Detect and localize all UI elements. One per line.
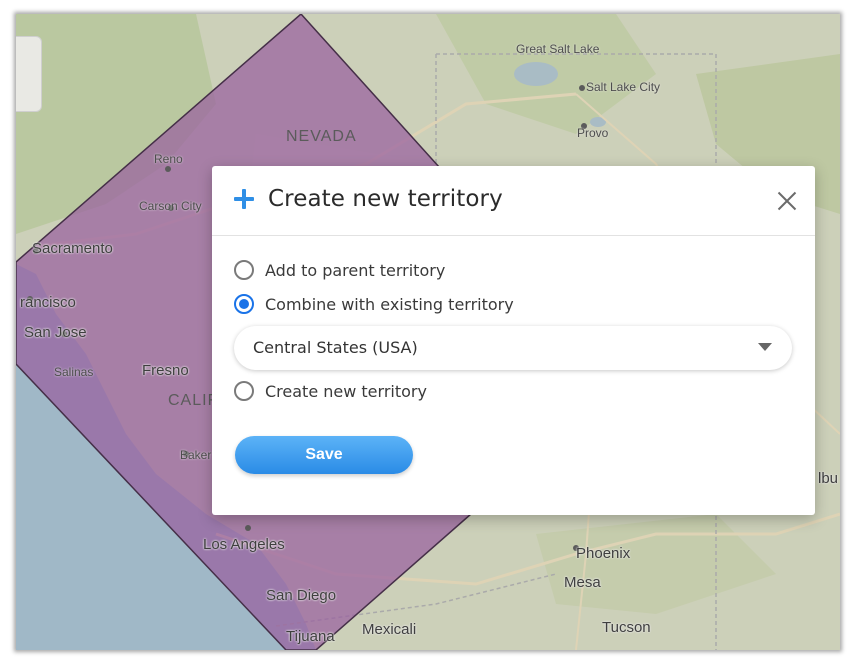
map-label-reno: Reno [154,152,183,166]
option-label: Add to parent territory [265,260,446,280]
map-label-phoenix: Phoenix [576,545,631,562]
map-label-albuquerque: lbu [818,470,839,487]
map-label-mesa: Mesa [564,574,601,591]
map-label-fresno: Fresno [142,362,189,379]
radio-combine-existing[interactable] [234,294,254,314]
save-button[interactable]: Save [235,436,413,474]
map-label-tijuana: Tijuana [286,628,335,645]
map-label-bakersfield: Baker [180,448,212,462]
map-label-san-diego: San Diego [266,587,337,604]
map-label-tucson: Tucson [602,619,651,636]
map-label-great-salt-lake: Great Salt Lake [516,42,600,56]
map-label-salinas: Salinas [54,365,94,379]
option-create-new[interactable]: Create new territory [234,379,427,403]
territory-select[interactable]: Central States (USA) [234,326,792,370]
dialog-title: Create new territory [268,186,503,212]
radio-create-new[interactable] [234,381,254,401]
map-label-san-jose: San Jose [24,324,87,341]
dialog-header: Create new territory [212,166,815,236]
map-label-nevada: NEVADA [286,128,357,145]
map-label-san-francisco: rancisco [20,294,76,311]
map-label-provo: Provo [577,126,609,140]
map-label-sacramento: Sacramento [32,240,113,257]
option-label: Create new territory [265,381,427,401]
map-label-los-angeles: Los Angeles [203,536,285,553]
map-label-carson-city: Carson City [139,199,202,213]
option-combine-existing[interactable]: Combine with existing territory [234,292,514,316]
map-side-control[interactable] [16,36,42,112]
map-label-mexicali: Mexicali [362,621,417,638]
chevron-down-icon[interactable] [758,343,772,351]
radio-add-to-parent[interactable] [234,260,254,280]
close-icon[interactable] [776,190,798,212]
territory-select-value: Central States (USA) [253,338,418,357]
create-territory-dialog: Create new territory Add to parent terri… [212,166,815,515]
option-label: Combine with existing territory [265,294,514,314]
map-label-salt-lake-city: Salt Lake City [586,80,661,94]
option-add-to-parent[interactable]: Add to parent territory [234,258,445,282]
map-label-california: CALIF [168,392,219,409]
plus-icon [234,189,254,209]
